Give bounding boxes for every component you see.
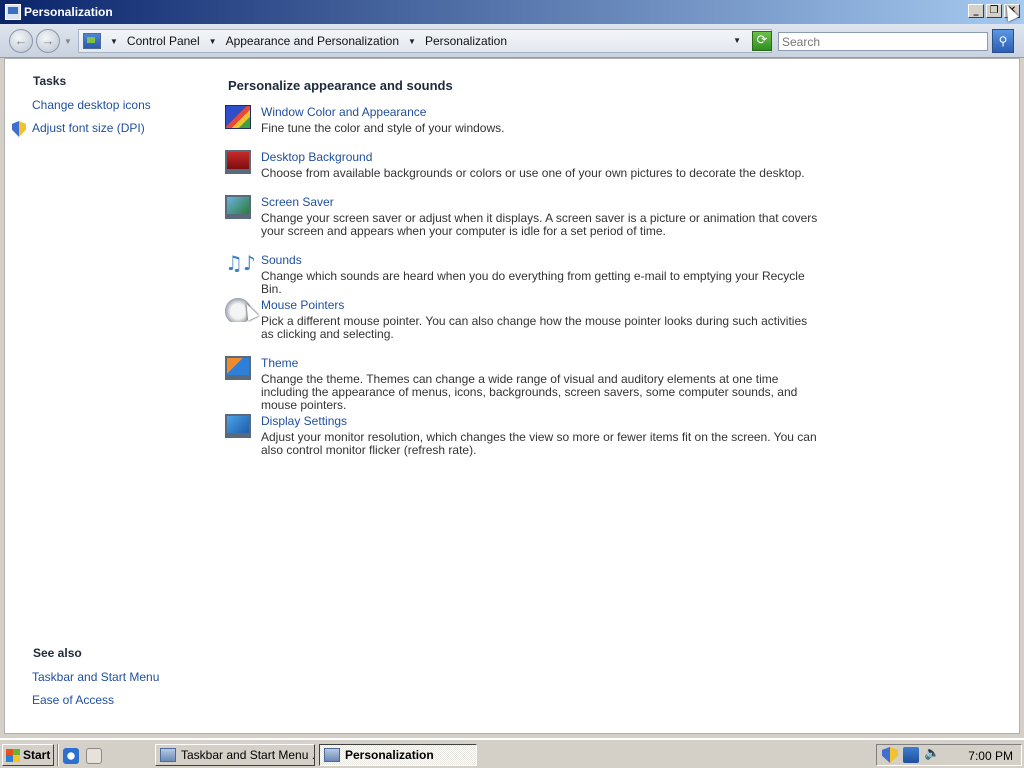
- show-desktop-icon[interactable]: [86, 748, 102, 764]
- minimize-button[interactable]: _: [968, 4, 984, 18]
- restore-button[interactable]: ❐: [986, 4, 1002, 18]
- item-description: Fine tune the color and style of your wi…: [261, 121, 505, 135]
- theme-icon: [225, 356, 251, 380]
- list-item: Desktop Background Choose from available…: [225, 150, 815, 180]
- list-item: Sounds Change which sounds are heard whe…: [225, 251, 815, 296]
- breadcrumb-personalization[interactable]: Personalization: [425, 34, 507, 48]
- windows-logo-icon: [6, 748, 20, 762]
- screen-saver-icon: [225, 195, 251, 219]
- content-area: Tasks Change desktop icons Adjust font s…: [4, 58, 1020, 734]
- network-icon[interactable]: [903, 747, 919, 763]
- address-dropdown-icon[interactable]: ▼: [733, 36, 741, 45]
- list-item: Mouse Pointers Pick a different mouse po…: [225, 298, 815, 342]
- start-button[interactable]: Start: [2, 744, 54, 766]
- search-input[interactable]: [778, 32, 988, 51]
- clock[interactable]: 7:00 PM: [968, 749, 1013, 763]
- list-item: Theme Change the theme. Themes can chang…: [225, 356, 815, 412]
- forward-button[interactable]: →: [36, 29, 60, 53]
- change-desktop-icons-link[interactable]: Change desktop icons: [32, 98, 151, 112]
- control-panel-icon: [5, 4, 21, 20]
- screen-saver-link[interactable]: Screen Saver: [261, 195, 334, 209]
- sounds-icon: [225, 251, 256, 277]
- chevron-down-icon[interactable]: ▼: [408, 37, 416, 46]
- chevron-down-icon[interactable]: ▼: [209, 37, 217, 46]
- breadcrumb-control-panel[interactable]: Control Panel: [127, 34, 200, 48]
- item-description: Change the theme. Themes can change a wi…: [261, 372, 798, 412]
- sounds-link[interactable]: Sounds: [261, 253, 302, 267]
- refresh-button[interactable]: ⟳: [752, 31, 772, 51]
- window-color-icon: [225, 105, 251, 129]
- list-item: Display Settings Adjust your monitor res…: [225, 414, 817, 458]
- taskbar: Start Taskbar and Start Menu ... Persona…: [0, 738, 1024, 768]
- shield-icon: [12, 121, 26, 137]
- taskbar-properties-icon: [160, 748, 176, 762]
- chevron-down-icon[interactable]: ▼: [110, 37, 118, 46]
- see-also-heading: See also: [33, 646, 82, 660]
- theme-link[interactable]: Theme: [261, 356, 298, 370]
- recent-pages-dropdown-icon[interactable]: ▼: [64, 37, 72, 46]
- system-tray: 7:00 PM: [876, 744, 1022, 766]
- item-description: Change which sounds are heard when you d…: [261, 269, 805, 296]
- taskbar-button-label: Personalization: [345, 748, 434, 762]
- display-settings-icon: [225, 414, 251, 438]
- page-title: Personalize appearance and sounds: [228, 78, 453, 93]
- display-settings-link[interactable]: Display Settings: [261, 414, 347, 428]
- item-description: Choose from available backgrounds or col…: [261, 166, 805, 180]
- search-button[interactable]: ⚲: [992, 29, 1014, 53]
- title-bar: Personalization _ ❐ ✕: [0, 0, 1024, 24]
- window-color-link[interactable]: Window Color and Appearance: [261, 105, 426, 119]
- task-pane: Tasks Change desktop icons Adjust font s…: [5, 59, 205, 733]
- quick-launch-divider: [57, 744, 59, 766]
- list-item: Screen Saver Change your screen saver or…: [225, 195, 817, 239]
- address-bar: ← → ▼ ▼ Control Panel ▼ Appearance and P…: [0, 24, 1024, 58]
- adjust-font-size-link[interactable]: Adjust font size (DPI): [32, 121, 145, 135]
- desktop-background-link[interactable]: Desktop Background: [261, 150, 372, 164]
- security-shield-icon[interactable]: [882, 747, 898, 763]
- internet-explorer-icon[interactable]: [63, 748, 79, 764]
- mouse-pointers-link[interactable]: Mouse Pointers: [261, 298, 344, 312]
- back-button[interactable]: ←: [9, 29, 33, 53]
- tasks-heading: Tasks: [33, 74, 67, 88]
- taskbar-button-label: Taskbar and Start Menu ...: [181, 748, 315, 762]
- item-description: Change your screen saver or adjust when …: [261, 211, 818, 238]
- volume-icon[interactable]: [924, 746, 940, 763]
- item-description: Adjust your monitor resolution, which ch…: [261, 430, 817, 457]
- control-panel-icon: [83, 33, 101, 49]
- taskbar-button-taskbar-and-start-menu[interactable]: Taskbar and Start Menu ...: [155, 744, 315, 766]
- window-title: Personalization: [24, 5, 113, 19]
- control-panel-icon: [324, 748, 340, 762]
- taskbar-button-personalization[interactable]: Personalization: [319, 744, 477, 766]
- start-label: Start: [23, 748, 51, 762]
- breadcrumb-appearance-and-personalization[interactable]: Appearance and Personalization: [226, 34, 399, 48]
- ease-of-access-link[interactable]: Ease of Access: [32, 693, 114, 707]
- list-item: Window Color and Appearance Fine tune th…: [225, 105, 815, 135]
- taskbar-and-start-menu-link[interactable]: Taskbar and Start Menu: [32, 670, 159, 684]
- breadcrumb[interactable]: ▼ Control Panel ▼ Appearance and Persona…: [78, 29, 772, 53]
- desktop-background-icon: [225, 150, 251, 174]
- item-description: Pick a different mouse pointer. You can …: [261, 314, 808, 341]
